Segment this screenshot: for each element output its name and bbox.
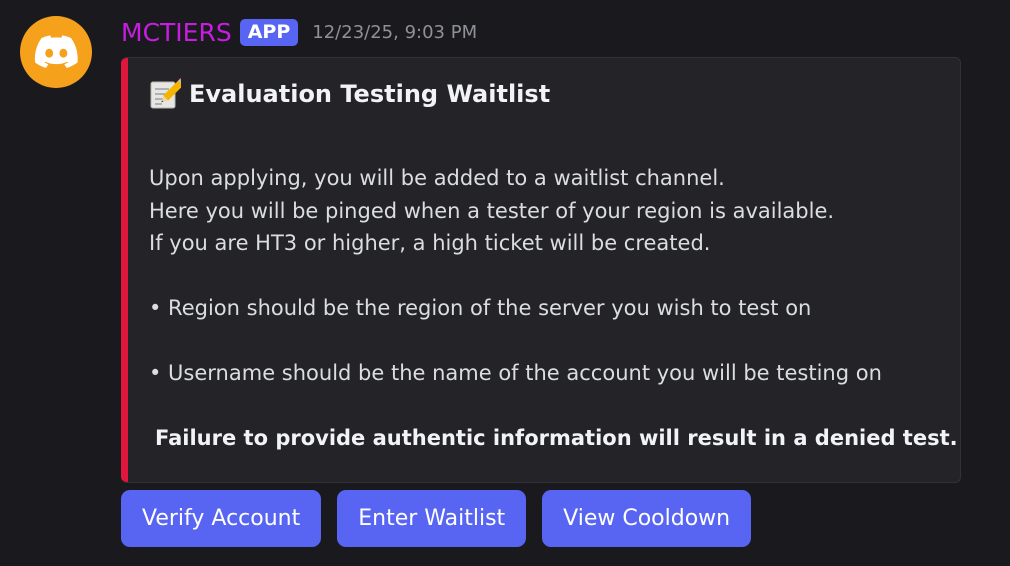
message-timestamp: 12/23/25, 9:03 PM: [312, 21, 478, 43]
embed-accent-bar: [121, 58, 128, 482]
enter-waitlist-button[interactable]: Enter Waitlist: [337, 490, 527, 547]
verify-account-button[interactable]: Verify Account: [121, 490, 322, 547]
embed-title: Evaluation Testing Waitlist: [149, 78, 550, 110]
author-avatar[interactable]: [20, 16, 92, 88]
embed-description: Upon applying, you will be added to a wa…: [149, 162, 958, 455]
app-badge: APP: [239, 18, 299, 46]
author-name[interactable]: MCTIERS: [121, 18, 232, 47]
action-button-row: Verify Account Enter Waitlist View Coold…: [121, 490, 752, 547]
chat-message: MCTIERS APP 12/23/25, 9:03 PM Evaluation…: [0, 0, 1010, 566]
embed-text-line: Here you will be pinged when a tester of…: [149, 198, 835, 223]
message-embed: Evaluation Testing Waitlist Upon applyin…: [121, 57, 961, 483]
message-header: MCTIERS APP 12/23/25, 9:03 PM: [121, 14, 477, 50]
discord-logo-icon: [34, 35, 78, 68]
view-cooldown-button[interactable]: View Cooldown: [542, 490, 752, 547]
embed-warning-text: Failure to provide authentic information…: [155, 426, 958, 450]
embed-text-line: If you are HT3 or higher, a high ticket …: [149, 231, 711, 255]
memo-icon: [150, 78, 181, 109]
embed-warning: Failure to provide authentic information…: [149, 422, 958, 455]
embed-text-line: Upon applying, you will be added to a wa…: [149, 166, 725, 190]
embed-title-text: Evaluation Testing Waitlist: [189, 80, 551, 108]
embed-bullet-item: • Region should be the region of the ser…: [149, 296, 812, 320]
embed-bullet-item: • Username should be the name of the acc…: [149, 361, 882, 385]
